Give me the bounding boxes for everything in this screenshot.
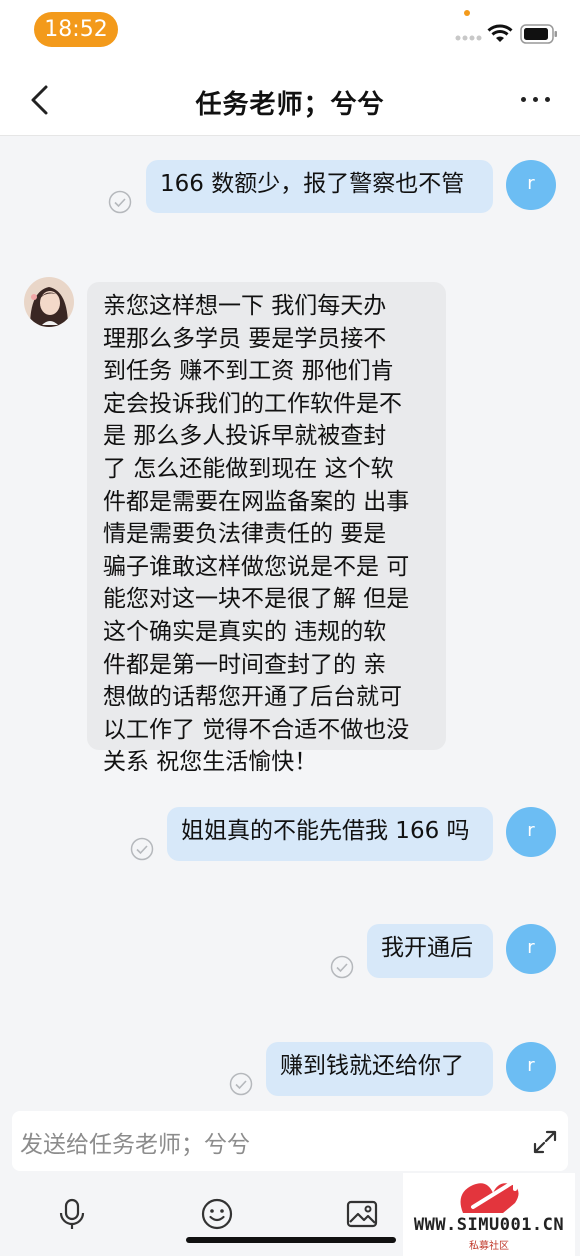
teacher-avatar[interactable] [24, 277, 74, 327]
cellular-signal-icon [455, 35, 482, 41]
read-check-icon [130, 837, 154, 861]
message-line: 到任务 赚不到工资 那他们肯 [103, 358, 394, 385]
message-bubble-sent[interactable]: 我开通后 [367, 924, 493, 978]
watermark-logo: WWW.SIMU001.CN 私募社区 [403, 1173, 575, 1256]
message-line: 骗子谁敢这样做您说是不是 可 [103, 553, 410, 580]
status-time: 18:52 [34, 12, 118, 47]
user-avatar[interactable]: r [506, 807, 556, 857]
user-avatar[interactable]: r [506, 924, 556, 974]
message-line: 定会投诉我们的工作软件是不 [103, 390, 402, 417]
wifi-icon [487, 24, 513, 42]
message-line: 理那么多学员 要是学员接不 [103, 325, 387, 352]
user-avatar[interactable]: r [506, 160, 556, 210]
home-indicator[interactable] [186, 1237, 396, 1243]
message-bubble-received[interactable]: 亲您这样想一下 我们每天办 理那么多学员 要是学员接不 到任务 赚不到工资 那他… [87, 282, 446, 775]
message-input[interactable]: 发送给任务老师；兮兮 [12, 1111, 568, 1171]
input-area: 发送给任务老师；兮兮 WWW.SIMU001.CN 私募社区 [0, 1101, 580, 1256]
indicator-dot [464, 10, 470, 16]
read-check-icon [229, 1072, 253, 1096]
message-line: 这个确实是真实的 违规的软 [103, 618, 387, 645]
user-avatar[interactable]: r [506, 1042, 556, 1092]
expand-icon[interactable] [532, 1129, 558, 1155]
microphone-icon[interactable] [55, 1197, 89, 1231]
message-bubble-sent[interactable]: 166 数额少，报了警察也不管 [146, 160, 493, 213]
page-title: 任务老师；兮兮 [195, 90, 385, 120]
read-check-icon [108, 190, 132, 214]
message-line: 亲您这样想一下 我们每天办 [103, 293, 387, 319]
nav-bar: 任务老师；兮兮 [0, 62, 580, 136]
image-icon[interactable] [345, 1197, 379, 1231]
message-line: 件都是第一时间查封了的 亲 [103, 651, 387, 678]
message-bubble-sent[interactable]: 姐姐真的不能先借我 166 吗 [167, 807, 493, 861]
message-bubble-sent[interactable]: 赚到钱就还给你了 [266, 1042, 493, 1096]
chat-area[interactable]: 166 数额少，报了警察也不管 r 亲您这样想一下 我们每天办 理那么多学员 要… [0, 137, 580, 1101]
message-line: 情是需要负法律责任的 要是 [103, 521, 387, 548]
message-line: 是 那么多人投诉早就被查封 [103, 423, 387, 450]
more-icon[interactable] [519, 92, 553, 106]
input-placeholder: 发送给任务老师；兮兮 [20, 1132, 250, 1158]
message-line: 能您对这一块不是很了解 但是 [103, 586, 410, 613]
message-line: 关系 祝您生活愉快！ [103, 749, 318, 776]
message-line: 件都是需要在网监备案的 出事 [103, 488, 410, 515]
read-check-icon [330, 955, 354, 979]
message-line: 想做的话帮您开通了后台就可 [103, 684, 402, 711]
emoji-icon[interactable] [200, 1197, 234, 1231]
message-line: 以工作了 觉得不合适不做也没 [103, 716, 410, 743]
battery-icon [520, 24, 557, 44]
watermark-url: WWW.SIMU001.CN [413, 1215, 565, 1235]
message-line: 了 怎么还能做到现在 这个软 [103, 455, 394, 482]
watermark-subtitle: 私募社区 [469, 1241, 509, 1252]
status-bar: 18:52 [0, 0, 580, 62]
